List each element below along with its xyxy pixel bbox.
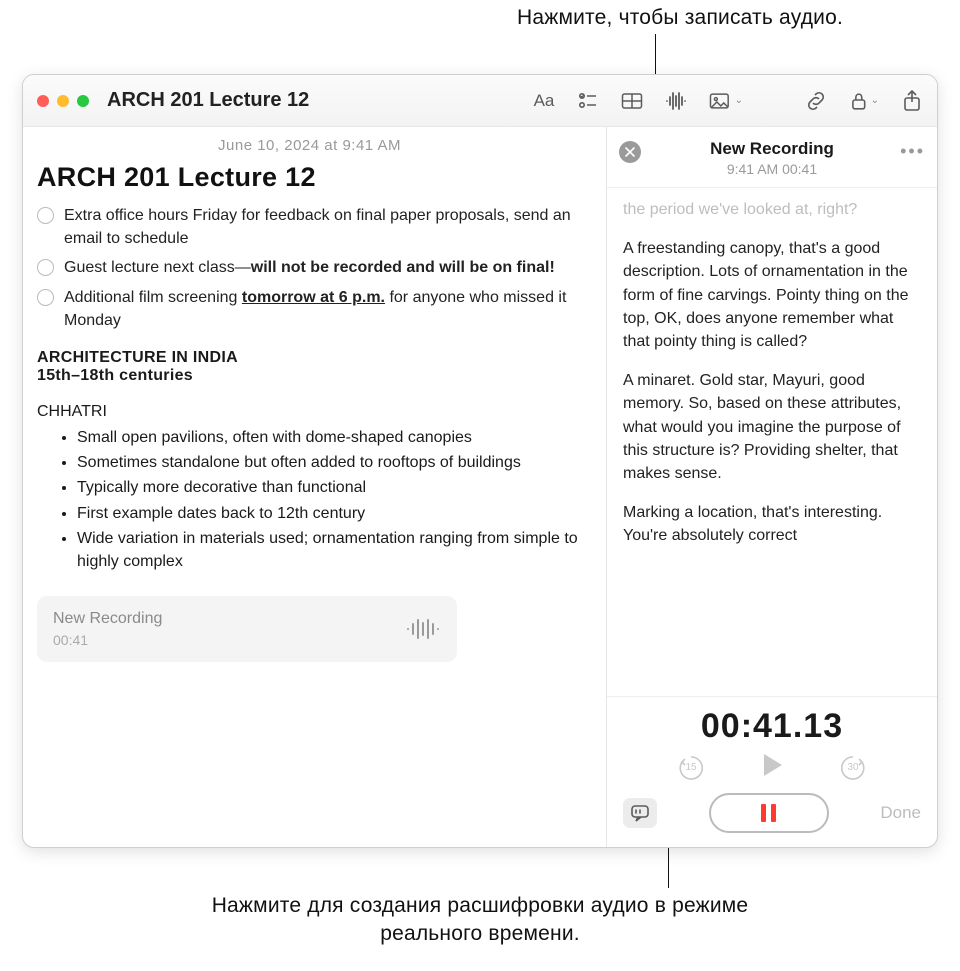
close-window-button[interactable] xyxy=(37,95,49,107)
done-button[interactable]: Done xyxy=(880,803,921,823)
recording-bottombar: Done xyxy=(623,793,921,833)
note-date: June 10, 2024 at 9:41 AM xyxy=(37,137,582,154)
minimize-window-button[interactable] xyxy=(57,95,69,107)
titlebar: ARCH 201 Lecture 12 Aa ⌄ ⌄ xyxy=(23,75,937,127)
close-panel-button[interactable] xyxy=(619,141,641,163)
recording-header: ••• New Recording 9:41 AM 00:41 xyxy=(607,127,937,188)
callout-transcribe: Нажмите для создания расшифровки аудио в… xyxy=(0,892,960,971)
recording-duration: 00:41 xyxy=(53,632,162,648)
window-title: ARCH 201 Lecture 12 xyxy=(107,89,309,112)
checklist-button[interactable] xyxy=(577,91,599,111)
skip-fwd-label: 30 xyxy=(838,753,868,783)
recording-attachment[interactable]: New Recording 00:41 xyxy=(37,596,457,662)
bullet-list: Small open pavilions, often with dome-sh… xyxy=(37,425,582,574)
media-button[interactable]: ⌄ xyxy=(709,91,743,111)
pause-record-button[interactable] xyxy=(709,793,829,833)
list-item: Sometimes standalone but often added to … xyxy=(77,450,582,475)
record-audio-button[interactable] xyxy=(665,91,687,111)
text: Guest lecture next class— xyxy=(64,259,251,276)
pause-icon xyxy=(761,804,776,822)
recording-footer: 00:41.13 15 30 xyxy=(607,696,937,847)
transcript-line: A minaret. Gold star, Mayuri, good memor… xyxy=(623,369,921,485)
recording-label: New Recording xyxy=(53,610,162,628)
table-button[interactable] xyxy=(621,91,643,111)
checkbox-icon[interactable] xyxy=(37,289,54,306)
link-button[interactable] xyxy=(805,91,827,111)
zoom-window-button[interactable] xyxy=(77,95,89,107)
skip-forward-button[interactable]: 30 xyxy=(838,753,868,783)
lock-button[interactable]: ⌄ xyxy=(849,91,879,111)
checklist-item[interactable]: Guest lecture next class—will not be rec… xyxy=(37,253,582,282)
callout-audio-record: Нажмите, чтобы записать аудио. xyxy=(0,0,960,30)
format-button[interactable]: Aa xyxy=(533,91,555,111)
playback-controls: 15 30 xyxy=(623,752,921,783)
checklist-text: Guest lecture next class—will not be rec… xyxy=(64,256,555,279)
section-heading: ARCHITECTURE IN INDIA xyxy=(37,349,582,367)
recording-timer: 00:41.13 xyxy=(623,707,921,746)
checklist-item[interactable]: Additional film screening tomorrow at 6 … xyxy=(37,283,582,335)
play-button[interactable] xyxy=(760,752,784,783)
transcript-line: A freestanding canopy, that's a good des… xyxy=(623,237,921,353)
callout-line xyxy=(668,848,669,888)
window-body: June 10, 2024 at 9:41 AM ARCH 201 Lectur… xyxy=(23,127,937,847)
note-pane: June 10, 2024 at 9:41 AM ARCH 201 Lectur… xyxy=(23,127,607,847)
checklist-item[interactable]: Extra office hours Friday for feedback o… xyxy=(37,201,582,253)
checklist-text: Additional film screening tomorrow at 6 … xyxy=(64,286,582,332)
checklist: Extra office hours Friday for feedback o… xyxy=(37,201,582,335)
transcript-line: the period we've looked at, right? xyxy=(623,198,921,221)
skip-back-button[interactable]: 15 xyxy=(676,753,706,783)
recording-panel: ••• New Recording 9:41 AM 00:41 the peri… xyxy=(607,127,937,847)
section-subheading: 15th–18th centuries xyxy=(37,367,582,385)
more-options-button[interactable]: ••• xyxy=(900,141,925,162)
text-bold-underline: tomorrow at 6 p.m. xyxy=(242,289,385,306)
checklist-text: Extra office hours Friday for feedback o… xyxy=(64,204,582,250)
skip-back-label: 15 xyxy=(676,753,706,783)
text: Additional film screening xyxy=(64,289,242,306)
app-window: ARCH 201 Lecture 12 Aa ⌄ ⌄ xyxy=(22,74,938,848)
list-item: Wide variation in materials used; orname… xyxy=(77,526,582,574)
checkbox-icon[interactable] xyxy=(37,207,54,224)
toolbar: Aa ⌄ ⌄ xyxy=(533,91,923,111)
transcript-line: Marking a location, that's interesting. … xyxy=(623,501,921,547)
list-item: First example dates back to 12th century xyxy=(77,501,582,526)
transcript[interactable]: the period we've looked at, right? A fre… xyxy=(607,188,937,696)
text-bold: will not be recorded and will be on fina… xyxy=(251,259,555,276)
list-item: Typically more decorative than functiona… xyxy=(77,475,582,500)
window-controls xyxy=(37,95,89,107)
callout-line xyxy=(655,34,656,74)
note-title[interactable]: ARCH 201 Lecture 12 xyxy=(37,162,582,193)
list-item: Small open pavilions, often with dome-sh… xyxy=(77,425,582,450)
chhatri-label: CHHATRI xyxy=(37,403,582,421)
transcribe-button[interactable] xyxy=(623,798,657,828)
recording-panel-subtitle: 9:41 AM 00:41 xyxy=(619,161,925,177)
recording-panel-title: New Recording xyxy=(619,139,925,159)
waveform-icon xyxy=(405,617,441,641)
checkbox-icon[interactable] xyxy=(37,259,54,276)
share-button[interactable] xyxy=(901,91,923,111)
